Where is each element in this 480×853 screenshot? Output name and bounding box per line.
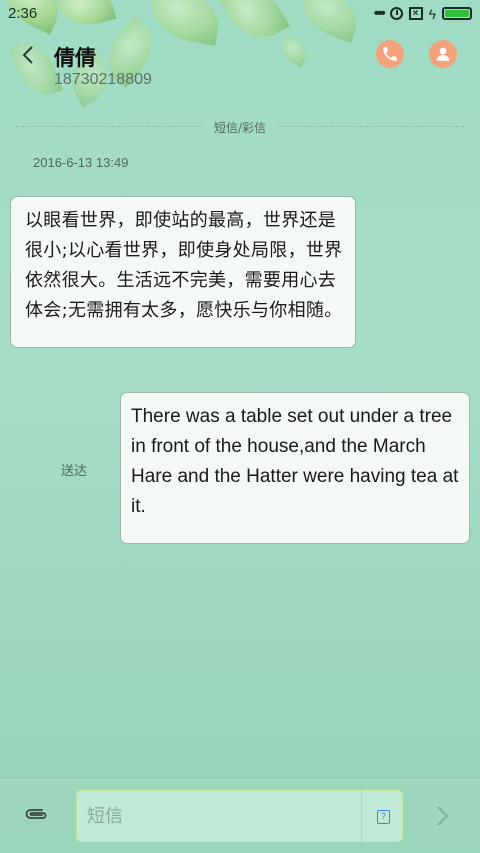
chevron-left-icon[interactable] bbox=[18, 44, 40, 66]
paperclip-icon[interactable] bbox=[22, 804, 50, 824]
status-icons: ••• × ϟ bbox=[374, 5, 472, 22]
more-dots-icon: ••• bbox=[373, 5, 386, 22]
incoming-message-bubble[interactable]: 以眼看世界，即使站的最高，世界还是很小;以心看世界，即使身处局限，世界依然很大。… bbox=[10, 196, 356, 348]
status-bar: 2:36 ••• × ϟ bbox=[0, 0, 480, 28]
charging-bolt-icon: ϟ bbox=[428, 5, 436, 22]
chevron-right-icon[interactable] bbox=[430, 802, 454, 830]
outgoing-message-bubble[interactable]: There was a table set out under a tree i… bbox=[120, 392, 470, 544]
conversation-header: 倩倩 18730218809 bbox=[0, 28, 480, 108]
person-icon bbox=[436, 47, 450, 61]
message-input-box: ? bbox=[76, 790, 403, 842]
contact-profile-button[interactable] bbox=[429, 40, 457, 68]
delivery-status: 送达 bbox=[61, 464, 88, 479]
status-time: 2:36 bbox=[8, 5, 38, 22]
divider-line bbox=[279, 126, 464, 127]
battery-level bbox=[445, 10, 469, 17]
sim-select-icon[interactable]: ? bbox=[377, 810, 390, 824]
contact-name: 倩倩 bbox=[54, 46, 96, 70]
divider-label: 短信/彩信 bbox=[213, 121, 267, 135]
phone-icon bbox=[383, 47, 397, 61]
composer-bar: ? bbox=[0, 777, 480, 853]
message-timestamp: 2016-6-13 13:49 bbox=[33, 155, 129, 170]
battery-icon bbox=[442, 7, 472, 20]
call-button[interactable] bbox=[376, 40, 404, 68]
no-sim-icon: × bbox=[408, 7, 423, 20]
message-type-divider: 短信/彩信 bbox=[16, 118, 464, 136]
message-input[interactable] bbox=[77, 791, 361, 841]
messaging-screen: 2:36 ••• × ϟ 倩倩 18730218809 短信/彩信 2016-6… bbox=[0, 0, 480, 853]
alarm-icon bbox=[389, 7, 403, 20]
input-separator bbox=[361, 791, 362, 841]
contact-number: 18730218809 bbox=[54, 71, 152, 88]
